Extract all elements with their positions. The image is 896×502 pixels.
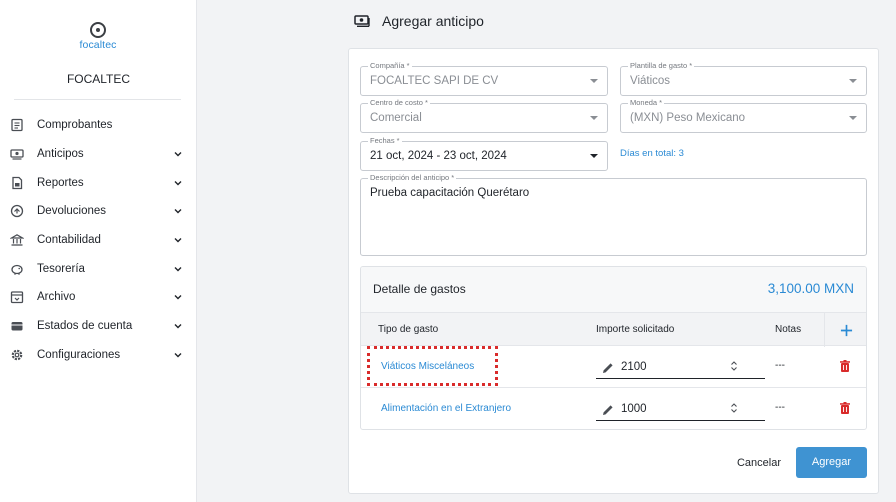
company-name: FOCALTEC <box>66 72 131 86</box>
stepper-icon[interactable] <box>730 402 738 414</box>
sidebar-item-estados-de-cuenta[interactable]: Estados de cuenta <box>0 312 197 341</box>
plantilla-label: Plantilla de gasto * <box>628 61 695 71</box>
compania-value: FOCALTEC SAPI DE CV <box>370 75 499 87</box>
sidebar-item-archivo[interactable]: Archivo <box>0 283 197 312</box>
sidebar-item-label: Estados de cuenta <box>37 320 133 333</box>
stepper-icon[interactable] <box>730 360 738 372</box>
sidebar: focaltec FOCALTEC Comprobantes Anticipos… <box>0 0 197 502</box>
sidebar-item-comprobantes[interactable]: Comprobantes <box>0 111 197 140</box>
centro-costo-select[interactable]: Centro de costo * Comercial <box>360 98 608 133</box>
descripcion-value: Prueba capacitación Querétaro <box>370 187 530 199</box>
dropdown-arrow-icon <box>849 79 857 83</box>
sidebar-item-label: Comprobantes <box>37 119 113 132</box>
importe-input[interactable]: 1000 <box>596 398 765 421</box>
table-row: Alimentación en el Extranjero 1000 --- <box>361 388 866 429</box>
detalle-header: Detalle de gastos 3,100.00 MXN <box>361 267 866 312</box>
fechas-value: 21 oct, 2024 - 23 oct, 2024 <box>370 150 507 162</box>
descripcion-field[interactable]: Descripción del anticipo * Prueba capaci… <box>360 173 867 256</box>
add-row-button[interactable] <box>824 313 866 347</box>
wallet-icon <box>10 319 24 333</box>
brand-logo: focaltec <box>76 22 120 51</box>
dropdown-arrow-icon <box>590 154 598 158</box>
detalle-title: Detalle de gastos <box>373 282 466 296</box>
compania-select[interactable]: Compañía * FOCALTEC SAPI DE CV <box>360 61 608 96</box>
sidebar-item-label: Anticipos <box>37 148 84 161</box>
piggy-bank-icon <box>10 262 24 276</box>
tipo-gasto-link[interactable]: Alimentación en el Extranjero <box>381 403 511 414</box>
receipt-icon <box>10 118 24 132</box>
chevron-down-icon <box>173 292 183 302</box>
archive-icon <box>10 290 24 304</box>
chevron-down-icon <box>173 235 183 245</box>
sidebar-item-label: Reportes <box>37 176 84 189</box>
highlight-box <box>367 346 498 386</box>
dias-total: Días en total: 3 <box>620 148 684 159</box>
importe-value: 1000 <box>621 403 647 415</box>
chevron-down-icon <box>173 350 183 360</box>
centro-costo-label: Centro de costo * <box>368 98 430 108</box>
moneda-value: (MXN) Peso Mexicano <box>630 112 746 124</box>
table-header: Tipo de gasto Importe solicitado Notas <box>361 312 866 347</box>
sidebar-item-devoluciones[interactable]: Devoluciones <box>0 197 197 226</box>
sidebar-divider <box>14 99 181 100</box>
sidebar-item-label: Contabilidad <box>37 234 101 247</box>
money-icon <box>10 147 24 161</box>
importe-input[interactable]: 2100 <box>596 356 765 379</box>
sidebar-item-contabilidad[interactable]: Contabilidad <box>0 226 197 255</box>
pencil-icon <box>603 405 613 415</box>
trash-icon[interactable] <box>838 359 852 373</box>
dropdown-arrow-icon <box>590 116 598 120</box>
page-header: Agregar anticipo <box>354 13 484 29</box>
chevron-down-icon <box>173 264 183 274</box>
moneda-select[interactable]: Moneda * (MXN) Peso Mexicano <box>620 98 867 133</box>
sidebar-item-label: Devoluciones <box>37 205 107 218</box>
plus-icon <box>840 324 853 336</box>
moneda-label: Moneda * <box>628 98 665 108</box>
sidebar-nav: Comprobantes Anticipos Reportes Devoluci… <box>0 111 197 369</box>
column-tipo: Tipo de gasto <box>378 324 439 335</box>
trash-icon[interactable] <box>838 401 852 415</box>
pencil-icon <box>603 363 613 373</box>
sidebar-item-anticipos[interactable]: Anticipos <box>0 140 197 169</box>
chevron-down-icon <box>173 206 183 216</box>
bank-icon <box>10 233 24 247</box>
plantilla-select[interactable]: Plantilla de gasto * Viáticos <box>620 61 867 96</box>
column-importe: Importe solicitado <box>596 324 675 335</box>
gear-icon <box>10 348 24 362</box>
money-icon <box>354 14 370 28</box>
importe-value: 2100 <box>621 361 647 373</box>
chevron-down-icon <box>173 321 183 331</box>
notas-value: --- <box>775 402 785 413</box>
detalle-total: 3,100.00 MXN <box>767 281 854 296</box>
chevron-down-icon <box>173 178 183 188</box>
fechas-label: Fechas * <box>368 136 402 146</box>
chevron-down-icon <box>173 149 183 159</box>
column-notas: Notas <box>775 324 802 335</box>
sidebar-item-configuraciones[interactable]: Configuraciones <box>0 341 197 370</box>
dropdown-arrow-icon <box>849 116 857 120</box>
sidebar-item-label: Tesorería <box>37 262 85 275</box>
logo-icon <box>90 22 106 38</box>
plantilla-value: Viáticos <box>630 75 671 87</box>
centro-costo-value: Comercial <box>370 112 422 124</box>
dropdown-arrow-icon <box>590 79 598 83</box>
compania-label: Compañía * <box>368 61 412 71</box>
logo-text: focaltec <box>79 39 117 51</box>
descripcion-label: Descripción del anticipo * <box>368 173 457 183</box>
report-icon <box>10 176 24 190</box>
sidebar-item-label: Configuraciones <box>37 348 121 361</box>
refund-icon <box>10 204 24 218</box>
fechas-select[interactable]: Fechas * 21 oct, 2024 - 23 oct, 2024 <box>360 136 608 171</box>
notas-value: --- <box>775 360 785 371</box>
agregar-button[interactable]: Agregar <box>796 447 867 478</box>
sidebar-item-label: Archivo <box>37 291 76 304</box>
sidebar-item-reportes[interactable]: Reportes <box>0 168 197 197</box>
page-title: Agregar anticipo <box>382 13 484 29</box>
cancel-button[interactable]: Cancelar <box>727 449 791 477</box>
sidebar-item-tesoreria[interactable]: Tesorería <box>0 254 197 283</box>
